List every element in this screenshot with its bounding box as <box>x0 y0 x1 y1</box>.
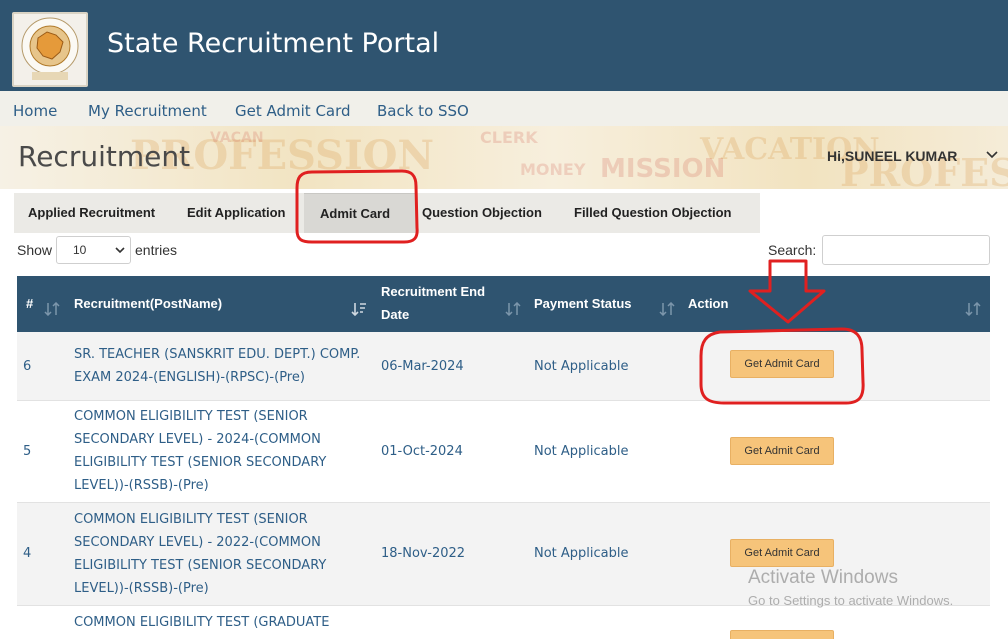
row-end-date: 18-Nov-2022 <box>381 546 466 561</box>
row-post-name: COMMON ELIGIBILITY TEST (SENIOR SECONDAR… <box>74 512 327 596</box>
page-banner: PROFESSION VACATION PROFES CLERK MISSION… <box>0 126 1008 189</box>
table-header: # Recruitment(PostName) Recruitment End … <box>17 276 990 332</box>
user-greeting[interactable]: Hi,SUNEEL KUMAR <box>827 148 957 164</box>
row-payment-status: Not Applicable <box>534 546 629 561</box>
table-row: 6 SR. TEACHER (SANSKRIT EDU. DEPT.) COMP… <box>17 332 990 401</box>
chevron-down-icon <box>115 247 125 254</box>
activation-watermark-subtitle: Go to Settings to activate Windows. <box>748 593 954 608</box>
nav-home[interactable]: Home <box>13 102 57 120</box>
tab-admit-card[interactable]: Admit Card <box>304 193 416 233</box>
header-bar: State Recruitment Portal <box>0 0 1008 91</box>
nav-back-to-sso[interactable]: Back to SSO <box>377 102 469 120</box>
column-header-post[interactable]: Recruitment(PostName) <box>74 292 222 315</box>
column-header-number[interactable]: # <box>26 292 33 315</box>
search-label: Search: <box>768 242 817 258</box>
get-admit-card-button[interactable]: Get Admit Card <box>730 437 834 465</box>
sort-icon[interactable] <box>351 302 367 316</box>
tab-question-objection[interactable]: Question Objection <box>422 193 542 233</box>
row-post-name: COMMON ELIGIBILITY TEST (GRADUATE <box>74 615 330 630</box>
portal-logo[interactable] <box>12 12 88 87</box>
nav-get-admit-card[interactable]: Get Admit Card <box>235 102 351 120</box>
table-row: 5 COMMON ELIGIBILITY TEST (SENIOR SECOND… <box>17 401 990 503</box>
get-admit-card-button[interactable]: Get Admit Card <box>730 350 834 378</box>
chevron-down-icon[interactable] <box>985 148 999 162</box>
tab-applied-recruitment[interactable]: Applied Recruitment <box>28 193 155 233</box>
show-label: Show <box>17 242 53 258</box>
page-title: Recruitment <box>18 140 191 173</box>
row-post-name: COMMON ELIGIBILITY TEST (SENIOR SECONDAR… <box>74 409 327 493</box>
row-post-name: SR. TEACHER (SANSKRIT EDU. DEPT.) COMP. … <box>74 347 361 385</box>
sort-icon[interactable] <box>44 302 60 316</box>
tab-bar: Applied Recruitment Edit Application Adm… <box>14 193 760 233</box>
table-row: COMMON ELIGIBILITY TEST (GRADUATE <box>17 606 990 639</box>
row-payment-status: Not Applicable <box>534 444 629 459</box>
tab-filled-question-objection[interactable]: Filled Question Objection <box>574 193 731 233</box>
column-header-payment-status[interactable]: Payment Status <box>534 292 632 315</box>
page-size-select[interactable]: 10 <box>56 236 131 264</box>
tab-edit-application[interactable]: Edit Application <box>187 193 285 233</box>
row-payment-status: Not Applicable <box>534 359 629 374</box>
table-row: 4 COMMON ELIGIBILITY TEST (SENIOR SECOND… <box>17 503 990 606</box>
get-admit-card-button[interactable]: Get Admit Card <box>730 539 834 567</box>
search-input[interactable] <box>822 235 990 265</box>
row-end-date: 06-Mar-2024 <box>381 359 464 374</box>
activation-watermark-title: Activate Windows <box>748 567 898 588</box>
nav-my-recruitment[interactable]: My Recruitment <box>88 102 207 120</box>
banner-decoration: CLERK <box>480 128 538 147</box>
row-number: 5 <box>23 444 32 459</box>
column-header-end-date[interactable]: Recruitment End Date <box>381 280 499 326</box>
get-admit-card-button[interactable] <box>730 630 834 639</box>
portal-title: State Recruitment Portal <box>107 28 440 59</box>
sort-icon[interactable] <box>965 302 981 316</box>
sort-icon[interactable] <box>659 302 675 316</box>
row-number: 6 <box>23 359 32 374</box>
entries-label: entries <box>135 242 178 258</box>
page-root: State Recruitment Portal Home My Recruit… <box>0 0 1008 639</box>
main-nav: Home My Recruitment Get Admit Card Back … <box>0 91 1008 126</box>
banner-decoration: VACAN <box>210 130 264 146</box>
page-size-value: 10 <box>73 243 87 257</box>
column-header-action[interactable]: Action <box>688 292 728 315</box>
row-number: 4 <box>23 546 32 561</box>
sort-icon[interactable] <box>505 302 521 316</box>
banner-decoration: MISSION <box>600 154 726 184</box>
banner-decoration: MONEY <box>520 160 586 179</box>
row-end-date: 01-Oct-2024 <box>381 444 463 459</box>
